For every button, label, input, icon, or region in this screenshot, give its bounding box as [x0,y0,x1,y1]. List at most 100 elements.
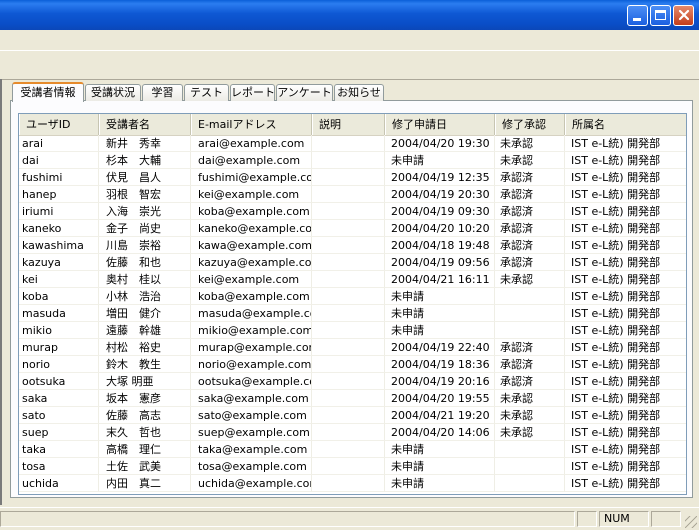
cell-user-id: dai [19,152,99,169]
table-row[interactable]: taka 高橋 理仁 taka@example.com 未申請 IST e-L統) 開発… [19,441,686,458]
menu-bar [0,30,699,50]
column-header-description[interactable]: 説明 [312,114,385,135]
tab-test[interactable]: テスト [184,84,229,101]
status-bar: NUM [0,507,699,530]
cell-email: mikio@example.com [191,322,312,339]
column-header-completion-date[interactable]: 修了申請日 [385,114,495,135]
cell-department: IST e-L統) 開発部 [565,424,686,441]
cell-email: uchida@example.com [191,475,312,492]
cell-name: 奥村 桂以 [99,271,191,288]
cell-user-id: kawashima [19,237,99,254]
cell-user-id: uchida [19,475,99,492]
cell-name: 坂本 憲彦 [99,390,191,407]
cell-name: 川島 崇裕 [99,237,191,254]
cell-department: IST e-L統) 開発部 [565,169,686,186]
table-row[interactable]: norio 鈴木 教生 norio@example.com 2004/04/19 18… [19,356,686,373]
cell-email: kaneko@example.com [191,220,312,237]
table-row[interactable]: masuda増田 健介masuda@example.com 未申請 IST e-L統… [19,305,686,322]
cell-completion-date: 2004/04/19 09:30 [385,203,495,220]
title-bar [0,0,699,30]
cell-department: IST e-L統) 開発部 [565,186,686,203]
table-row[interactable]: uchida 内田 真二 uchida@example.com 未申請 IST e-L統… [19,475,686,492]
status-panel-scroll [651,511,681,527]
cell-approval: 承認済 [495,237,565,254]
tab-student-info[interactable]: 受講者情報 [12,82,84,102]
table-row[interactable]: ootsuka大塚 明亜ootsuka@example.com 2004/04/1… [19,373,686,390]
table-row[interactable]: fushimi 伏見 昌人 fushimi@example.com 2004/04/1… [19,169,686,186]
cell-completion-date: 2004/04/20 19:55 [385,390,495,407]
table-row[interactable]: mikio 遠藤 幹雄 mikio@example.com 未申請 IST e-L統) … [19,322,686,339]
cell-name: 遠藤 幹雄 [99,322,191,339]
column-header-department[interactable]: 所属名 [565,114,686,135]
cell-completion-date: 2004/04/19 20:30 [385,186,495,203]
cell-email: kei@example.com [191,186,312,203]
cell-name: 高橋 理仁 [99,441,191,458]
cell-approval: 未承認 [495,424,565,441]
cell-approval [495,475,565,492]
tab-attendance[interactable]: 受講状況 [85,84,141,101]
cell-department: IST e-L統) 開発部 [565,237,686,254]
cell-completion-date: 2004/04/19 20:16 [385,373,495,390]
table-row[interactable]: koba 小林 浩治 koba@example.com 未申請 IST e-L統) 開発… [19,288,686,305]
table-row[interactable]: sato 佐藤 高志 sato@example.com 2004/04/21 19:2… [19,407,686,424]
maximize-button[interactable] [650,5,671,26]
cell-name: 鈴木 教生 [99,356,191,373]
cell-department: IST e-L統) 開発部 [565,475,686,492]
table-row[interactable]: murap 村松 裕史 murap@example.com 2004/04/19 22… [19,339,686,356]
cell-description [312,254,385,271]
table-row[interactable]: hanep 羽根 智宏 kei@example.com 2004/04/19 20:3… [19,186,686,203]
cell-name: 羽根 智宏 [99,186,191,203]
cell-completion-date: 2004/04/21 19:20 [385,407,495,424]
cell-name: 村松 裕史 [99,339,191,356]
column-header-email[interactable]: E-mailアドレス [191,114,312,135]
cell-email: arai@example.com [191,135,312,152]
cell-user-id: mikio [19,322,99,339]
table-row[interactable]: kaneko 金子 尚史 kaneko@example.com 2004/04/20 … [19,220,686,237]
column-header-approval[interactable]: 修了承認 [495,114,565,135]
cell-description [312,203,385,220]
minimize-button[interactable] [627,5,648,26]
column-header-name[interactable]: 受講者名 [99,114,191,135]
cell-approval: 未承認 [495,152,565,169]
tab-notice[interactable]: お知らせ [334,84,384,101]
cell-user-id: kazuya [19,254,99,271]
student-grid[interactable]: ユーザID 受講者名 E-mailアドレス 説明 修了申請日 修了承認 所属名 … [18,113,687,495]
table-row[interactable]: kazuya 佐藤 和也 kazuya@example.com 2004/04/19 … [19,254,686,271]
table-row[interactable]: saka 坂本 憲彦 saka@example.com 2004/04/20 19:5… [19,390,686,407]
tab-learning[interactable]: 学習 [142,84,183,101]
column-header-user-id[interactable]: ユーザID [19,114,99,135]
table-row[interactable]: iriumi 入海 崇光 koba@example.com 2004/04/19 09… [19,203,686,220]
tab-survey[interactable]: アンケート [276,84,333,101]
table-row[interactable]: kawashima 川島 崇裕 kawa@example.com 2004/04/18… [19,237,686,254]
table-row[interactable]: tosa 土佐 武美 tosa@example.com 未申請 IST e-L統) 開発… [19,458,686,475]
cell-email: koba@example.com [191,203,312,220]
resize-grip-icon[interactable] [685,516,697,528]
cell-name: 末久 哲也 [99,424,191,441]
table-row[interactable]: dai 杉本 大輔 dai@example.com 未申請 未承認 IST e-L統) 開… [19,152,686,169]
cell-approval: 承認済 [495,254,565,271]
status-panel-caps [577,511,597,527]
cell-completion-date: 未申請 [385,441,495,458]
cell-approval [495,322,565,339]
close-button[interactable] [673,5,694,26]
cell-approval: 承認済 [495,373,565,390]
table-row[interactable]: suep 末久 哲也 suep@example.com 2004/04/20 14:0… [19,424,686,441]
cell-user-id: taka [19,441,99,458]
table-row[interactable]: arai 新井 秀幸 arai@example.com 2004/04/20 19:3… [19,135,686,152]
cell-description [312,186,385,203]
cell-name: 増田 健介 [99,305,191,322]
cell-approval: 承認済 [495,356,565,373]
cell-user-id: saka [19,390,99,407]
tab-report[interactable]: レポート [230,84,275,101]
cell-description [312,220,385,237]
cell-department: IST e-L統) 開発部 [565,271,686,288]
cell-department: IST e-L統) 開発部 [565,220,686,237]
cell-completion-date: 2004/04/20 14:06 [385,424,495,441]
cell-description [312,339,385,356]
cell-approval: 未承認 [495,271,565,288]
cell-user-id: murap [19,339,99,356]
table-row[interactable]: kei 奥村 桂以 kei@example.com 2004/04/21 16:11 未… [19,271,686,288]
cell-user-id: fushimi [19,169,99,186]
cell-email: koba@example.com [191,288,312,305]
cell-department: IST e-L統) 開発部 [565,373,686,390]
